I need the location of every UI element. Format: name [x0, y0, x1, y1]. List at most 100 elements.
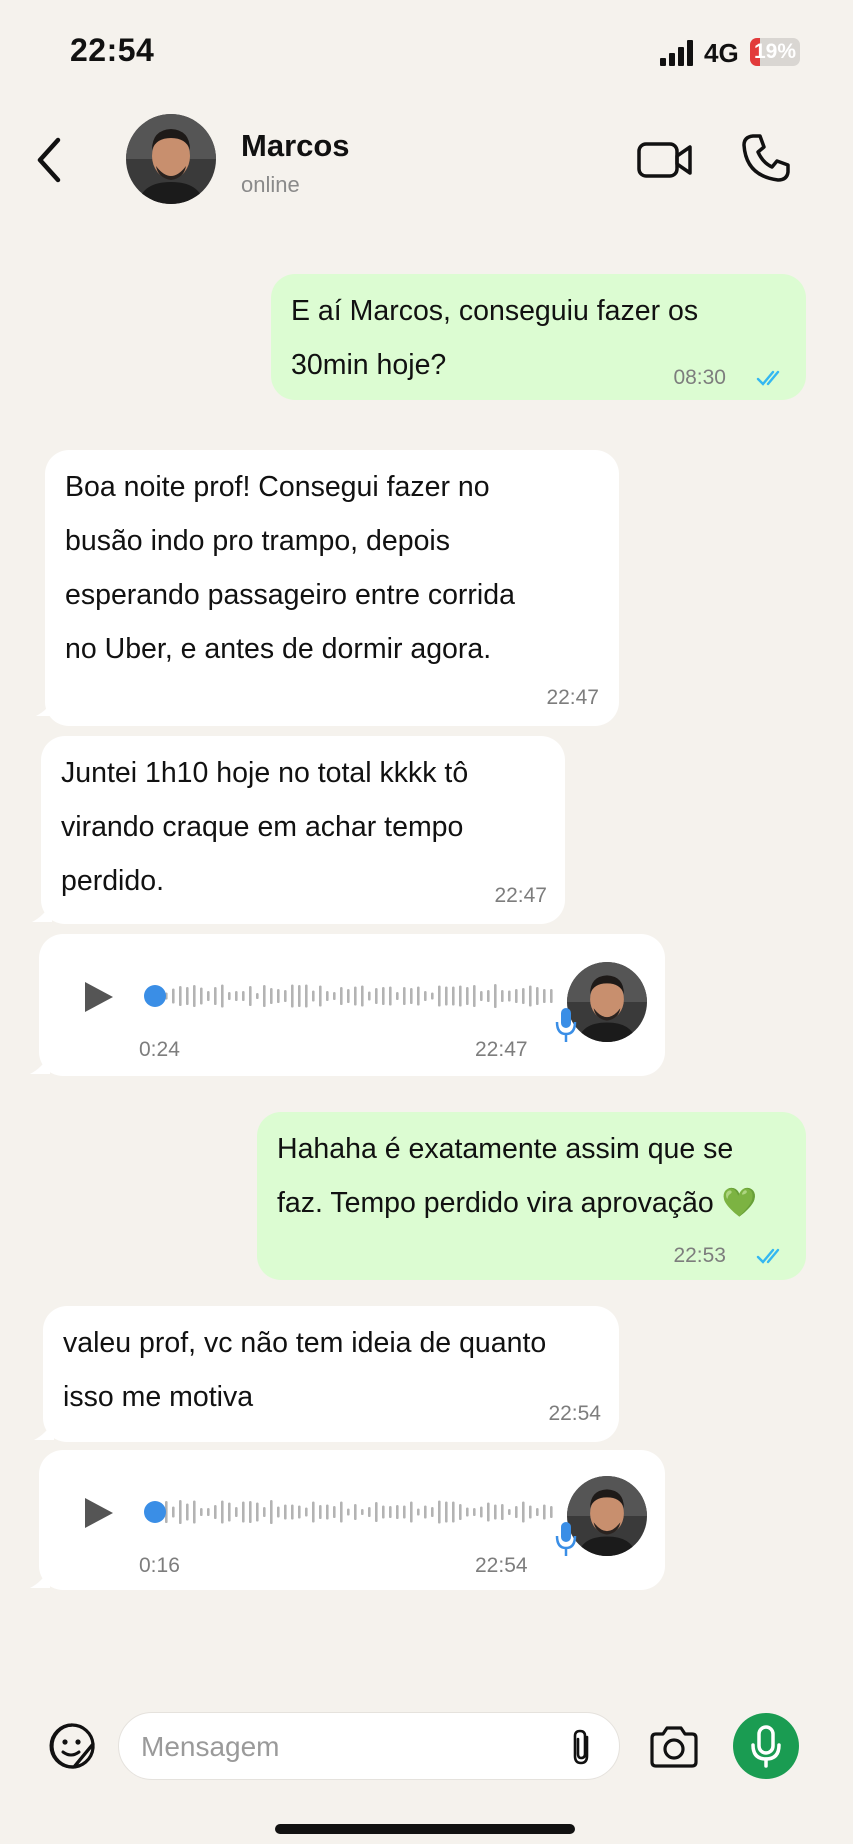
message-text: Juntei 1h10 hoje no total kkkk tô virand… [61, 757, 469, 897]
message-bubble-outgoing[interactable]: Hahaha é exatamente assim que se faz. Te… [257, 1112, 806, 1280]
waveform-bar [298, 1505, 301, 1519]
waveform-bar [403, 1505, 406, 1519]
waveform-bar [508, 990, 511, 1002]
waveform-bar [473, 985, 476, 1007]
waveform-bar [354, 986, 357, 1006]
message-text: Boa noite prof! Consegui fazer no busão … [65, 471, 515, 665]
waveform-bar [480, 1506, 483, 1518]
waveform-bar [340, 1501, 343, 1523]
mic-icon [751, 1725, 781, 1768]
message-bubble-incoming[interactable]: Boa noite prof! Consegui fazer no busão … [45, 450, 619, 726]
message-bubble-outgoing[interactable]: E aí Marcos, conseguiu fazer os 30min ho… [271, 274, 806, 400]
waveform-bar [305, 1507, 308, 1517]
waveform-bar [529, 1505, 532, 1519]
voice-message[interactable]: 0:24 22:47 [39, 934, 665, 1076]
waveform-bar [480, 991, 483, 1001]
waveform-bar [284, 1504, 287, 1520]
chat-header: Marcos online [0, 100, 853, 220]
waveform-bar [333, 992, 336, 1000]
waveform-bar [424, 991, 427, 1001]
play-icon[interactable] [81, 980, 115, 1014]
sticker-icon[interactable] [48, 1722, 96, 1770]
waveform-bar [221, 1500, 224, 1524]
waveform-bar [312, 1501, 315, 1523]
waveform-bar [193, 1500, 196, 1524]
waveform-bar [207, 1508, 210, 1516]
waveform-bar [228, 992, 231, 1000]
read-ticks-icon [756, 370, 780, 386]
waveform-bar [452, 1501, 455, 1523]
waveform-bar [501, 990, 504, 1002]
waveform-bar [186, 987, 189, 1005]
message-time: 22:54 [475, 1554, 528, 1577]
phone-icon[interactable] [738, 130, 794, 186]
waveform-bar [375, 988, 378, 1004]
waveform-bar [382, 1505, 385, 1519]
waveform-bar [368, 991, 371, 1001]
audio-waveform[interactable] [143, 1492, 563, 1532]
network-type: 4G [704, 38, 739, 68]
playback-position-dot[interactable] [144, 985, 166, 1007]
playback-position-dot[interactable] [144, 1501, 166, 1523]
waveform-bar [550, 1506, 553, 1518]
waveform-bar [543, 1504, 546, 1520]
waveform-bar [270, 988, 273, 1004]
waveform-bar [368, 1507, 371, 1517]
avatar-image [567, 1476, 647, 1556]
contact-name[interactable]: Marcos [241, 128, 350, 164]
audio-waveform[interactable] [143, 976, 563, 1016]
waveform-bar [445, 1501, 448, 1523]
voice-record-button[interactable] [733, 1713, 799, 1779]
waveform-bar [284, 990, 287, 1002]
waveform-bar [494, 984, 497, 1008]
camera-icon[interactable] [648, 1724, 700, 1770]
waveform-bar [319, 1505, 322, 1519]
contact-avatar[interactable] [126, 114, 216, 204]
back-icon[interactable] [30, 130, 70, 190]
waveform-bar [326, 991, 329, 1001]
avatar-image [567, 962, 647, 1042]
waveform-bar [242, 1501, 245, 1523]
paperclip-icon[interactable] [567, 1727, 597, 1767]
contact-status: online [241, 172, 300, 197]
waveform-bar [536, 987, 539, 1005]
waveform-bar [529, 985, 532, 1007]
waveform-bar [200, 1508, 203, 1516]
message-bubble-incoming[interactable]: valeu prof, vc não tem ideia de quanto i… [43, 1306, 619, 1442]
voice-duration: 0:24 [139, 1038, 180, 1061]
waveform-bar [249, 986, 252, 1006]
voice-message[interactable]: 0:16 22:54 [39, 1450, 665, 1590]
message-time: 22:54 [548, 1402, 601, 1425]
waveform-bar [270, 1500, 273, 1524]
waveform-bar [403, 987, 406, 1005]
message-time: 22:47 [494, 884, 547, 907]
waveform-bar [522, 1501, 525, 1523]
waveform-bar [326, 1504, 329, 1520]
waveform-bar [494, 1504, 497, 1520]
message-bubble-incoming[interactable]: Juntei 1h10 hoje no total kkkk tô virand… [41, 736, 565, 924]
waveform-bar [186, 1503, 189, 1521]
waveform-bar [550, 989, 553, 1003]
waveform-bar [515, 1506, 518, 1518]
sender-avatar [567, 962, 647, 1042]
video-call-icon[interactable] [636, 132, 694, 188]
waveform-bar [256, 993, 259, 999]
message-text: Hahaha é exatamente assim que se faz. Te… [277, 1133, 758, 1219]
message-input-container [118, 1712, 620, 1781]
waveform-bar [438, 1500, 441, 1524]
message-input[interactable] [139, 1713, 543, 1781]
message-composer [0, 1686, 853, 1844]
waveform-bar [347, 1508, 350, 1516]
waveform-bar [543, 989, 546, 1003]
waveform-bar [291, 984, 294, 1008]
waveform-bar [214, 987, 217, 1005]
waveform-bar [207, 991, 210, 1001]
waveform-bar [396, 1505, 399, 1519]
waveform-bar [347, 989, 350, 1003]
waveform-bar [473, 1508, 476, 1516]
waveform-bar [459, 1504, 462, 1520]
waveform-bar [249, 1501, 252, 1523]
play-icon[interactable] [81, 1496, 115, 1530]
waveform-bar [340, 987, 343, 1005]
waveform-bar [214, 1505, 217, 1519]
